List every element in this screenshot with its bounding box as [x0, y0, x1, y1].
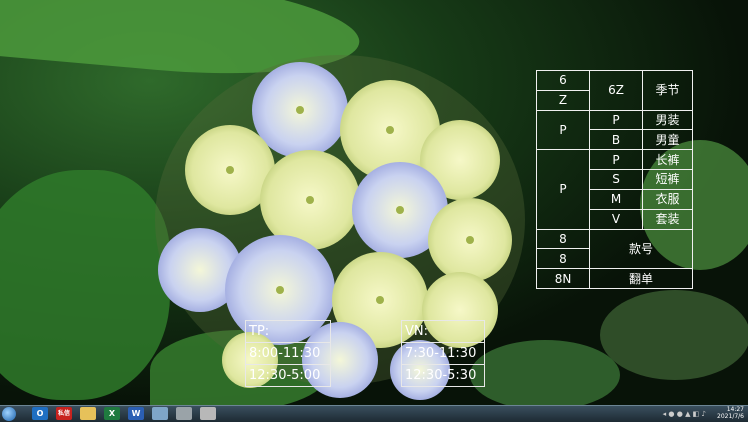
table-cell: 套装 — [642, 208, 693, 230]
table-cell: B — [589, 129, 643, 151]
vn-hours-title: VN: — [402, 321, 484, 343]
tp-hours-morning: 8:00-11:30 — [246, 343, 330, 365]
table-cell: P — [536, 109, 590, 151]
table-cell: P — [589, 109, 643, 131]
tp-hours-box: TP: 8:00-11:30 12:30-5:00 — [245, 320, 331, 387]
taskbar-outlook-icon[interactable]: O — [32, 407, 48, 420]
table-cell: 衣服 — [642, 188, 693, 210]
taskbar-clock[interactable]: 14:27 2021/7/6 — [717, 406, 744, 420]
size-code-table: 6 6Z 季节 Z P P 男装 B 男童 P P 长裤 S 短裤 M 衣服 V… — [536, 70, 693, 289]
taskbar-folder-icon[interactable] — [80, 407, 96, 420]
table-cell: 8 — [536, 248, 590, 270]
table-cell: 6 — [536, 70, 590, 91]
taskbar-settings-icon[interactable] — [176, 407, 192, 420]
wallpaper-leaf — [600, 290, 748, 380]
table-cell: 6Z — [589, 70, 643, 111]
vn-hours-afternoon: 12:30-5:30 — [405, 368, 477, 383]
start-button-icon[interactable] — [2, 407, 16, 421]
table-cell: V — [589, 208, 643, 230]
table-cell: 季节 — [642, 70, 693, 111]
table-cell: P — [589, 149, 643, 171]
table-cell: P — [536, 149, 590, 230]
taskbar-word-icon[interactable]: W — [128, 407, 144, 420]
vn-hours-morning: 7:30-11:30 — [402, 343, 484, 365]
taskbar-explorer-icon[interactable] — [152, 407, 168, 420]
tp-hours-afternoon: 12:30-5:00 — [249, 368, 321, 383]
taskbar: O 私信 X W ◂ ● ● ▲ ◧ ♪ 14:27 2021/7/6 — [0, 405, 748, 422]
table-cell: Z — [536, 89, 590, 111]
clock-date: 2021/7/6 — [717, 413, 744, 420]
desktop-wallpaper: 6 6Z 季节 Z P P 男装 B 男童 P P 长裤 S 短裤 M 衣服 V… — [0, 0, 748, 405]
table-cell: 款号 — [589, 228, 693, 270]
table-cell: 短裤 — [642, 169, 693, 190]
table-cell: 男童 — [642, 129, 693, 151]
table-cell: M — [589, 188, 643, 210]
table-cell: 8N — [536, 268, 590, 289]
taskbar-chat-icon[interactable]: 私信 — [56, 407, 72, 420]
table-cell: 翻单 — [589, 268, 693, 289]
taskbar-excel-icon[interactable]: X — [104, 407, 120, 420]
table-cell: 男装 — [642, 109, 693, 131]
vn-hours-box: VN: 7:30-11:30 12:30-5:30 — [401, 320, 485, 387]
tp-hours-title: TP: — [246, 321, 330, 343]
system-tray-icons[interactable]: ◂ ● ● ▲ ◧ ♪ — [663, 410, 706, 418]
table-cell: 8 — [536, 228, 590, 250]
size-code-grid: 6 6Z 季节 Z P P 男装 B 男童 P P 长裤 S 短裤 M 衣服 V… — [536, 70, 693, 289]
taskbar-app-icon[interactable] — [200, 407, 216, 420]
table-cell: 长裤 — [642, 149, 693, 171]
clock-time: 14:27 — [726, 406, 744, 413]
table-cell: S — [589, 169, 643, 190]
